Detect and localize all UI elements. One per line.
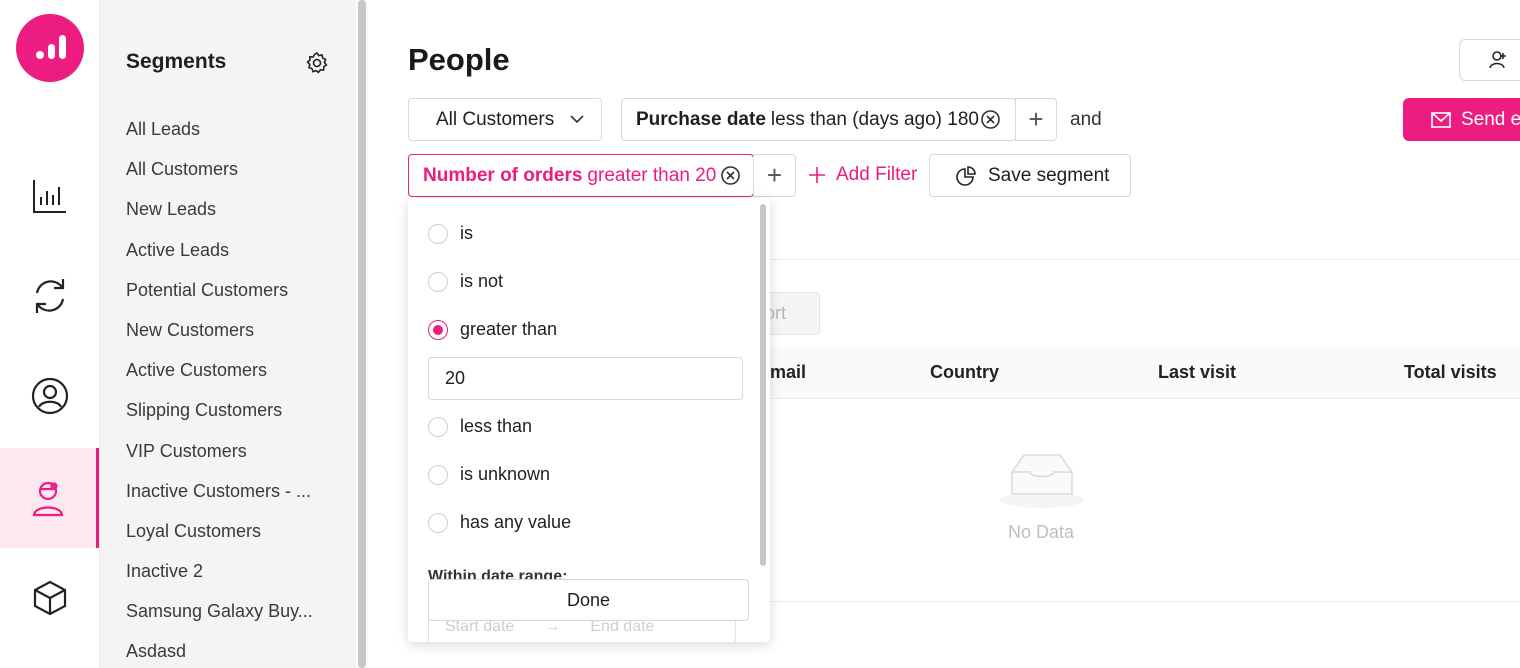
filter-field: Number of orders xyxy=(423,164,583,186)
radio-button[interactable] xyxy=(428,464,448,485)
rail-contacts[interactable] xyxy=(0,346,99,446)
and-label: and xyxy=(1070,109,1102,130)
segment-item[interactable]: Inactive Customers - ... xyxy=(126,478,313,518)
empty-state-text: No Data xyxy=(1008,522,1075,542)
condition-value-input[interactable] xyxy=(428,357,743,400)
plus-icon: + xyxy=(1028,104,1044,134)
condition-option-is-unknown[interactable]: is unknown xyxy=(428,464,550,485)
segment-item[interactable]: Slipping Customers xyxy=(126,397,313,437)
segment-item[interactable]: Samsung Galaxy Buy... xyxy=(126,598,313,638)
add-filter-label: Add Filter xyxy=(836,164,918,185)
empty-inbox-icon xyxy=(1000,454,1084,508)
segment-item[interactable]: Loyal Customers xyxy=(126,518,313,558)
people-icon xyxy=(32,481,64,517)
rail-people[interactable] xyxy=(0,448,99,548)
save-segment-button[interactable]: Save segment xyxy=(929,154,1131,197)
chevron-down-icon xyxy=(570,115,584,124)
close-circle-icon[interactable] xyxy=(980,109,1001,130)
done-button[interactable]: Done xyxy=(428,579,749,621)
option-label: is xyxy=(460,223,473,243)
option-label: less than xyxy=(460,416,533,436)
user-circle-icon xyxy=(31,377,68,415)
segment-item[interactable]: All Customers xyxy=(126,156,313,196)
filter-chip-number-of-orders[interactable]: Number of orders greater than 20 xyxy=(408,154,754,197)
segment-item[interactable]: Potential Customers xyxy=(126,277,313,317)
column-header-total-visits[interactable]: Total visits xyxy=(1404,362,1497,383)
filter-condition: greater than 20 xyxy=(587,164,717,186)
filter-condition-popover: is is not greater than less than is unkn… xyxy=(408,198,770,642)
column-header-last-visit[interactable]: Last visit xyxy=(1158,362,1236,383)
radio-button[interactable] xyxy=(428,416,448,437)
segments-title: Segments xyxy=(126,50,227,73)
divider xyxy=(770,259,1520,260)
radio-button[interactable] xyxy=(428,512,448,533)
column-header-email[interactable]: mail xyxy=(770,362,806,383)
option-label: is not xyxy=(460,271,504,291)
radio-button[interactable] xyxy=(428,223,448,244)
gear-icon[interactable] xyxy=(305,51,329,75)
option-label: greater than xyxy=(460,319,558,339)
segment-item[interactable]: New Customers xyxy=(126,317,313,357)
save-segment-label: Save segment xyxy=(988,164,1110,186)
pie-chart-icon xyxy=(956,165,976,186)
condition-option-has-any-value[interactable]: has any value xyxy=(428,512,571,533)
table-header: mail Country Last visit Total visits xyxy=(770,347,1520,399)
add-filter-button[interactable]: Add Filter xyxy=(808,164,917,186)
box-icon xyxy=(33,580,66,616)
segment-item[interactable]: Active Customers xyxy=(126,357,313,397)
condition-option-is-not[interactable]: is not xyxy=(428,271,503,292)
condition-option-less-than[interactable]: less than xyxy=(428,416,532,437)
filter-condition: less than (days ago) 180 xyxy=(770,108,979,130)
radio-button[interactable] xyxy=(428,271,448,292)
filter-chip-purchase-date[interactable]: Purchase date less than (days ago) 180 xyxy=(621,98,1016,141)
segment-item[interactable]: VIP Customers xyxy=(126,438,313,478)
column-header-country[interactable]: Country xyxy=(930,362,999,383)
user-add-icon xyxy=(1489,51,1506,69)
segment-item[interactable]: Inactive 2 xyxy=(126,558,313,598)
segments-sidebar: Segments All Leads All Customers New Lea… xyxy=(100,0,356,668)
rail-analytics[interactable] xyxy=(0,146,99,246)
close-circle-icon[interactable] xyxy=(720,165,741,186)
icon-rail xyxy=(0,0,100,668)
segments-scrollbar[interactable] xyxy=(356,0,368,668)
rail-products[interactable] xyxy=(0,548,99,648)
condition-option-greater-than[interactable]: greater than xyxy=(428,319,557,340)
app-logo[interactable] xyxy=(16,14,84,82)
mail-icon xyxy=(1431,111,1451,128)
filter-field: Purchase date xyxy=(636,108,766,130)
sync-icon xyxy=(35,279,64,313)
divider xyxy=(770,601,1520,602)
radio-button-checked[interactable] xyxy=(428,319,448,340)
send-email-button[interactable]: Send e xyxy=(1403,98,1520,141)
segment-item[interactable]: Active Leads xyxy=(126,237,313,277)
option-label: has any value xyxy=(460,512,572,532)
analytics-icon xyxy=(32,180,66,213)
plus-icon xyxy=(809,167,825,183)
rail-sync[interactable] xyxy=(0,246,99,346)
segment-list: All Leads All Customers New Leads Active… xyxy=(126,116,313,668)
segment-item[interactable]: New Leads xyxy=(126,196,313,236)
page-title: People xyxy=(408,42,510,77)
segment-item[interactable]: Asdasd xyxy=(126,638,313,668)
send-email-label: Send e xyxy=(1461,108,1520,130)
segment-item[interactable]: All Leads xyxy=(126,116,313,156)
add-person-button[interactable]: A xyxy=(1459,39,1520,81)
add-and-filter-button[interactable]: + xyxy=(1015,98,1057,141)
add-and-filter-button[interactable]: + xyxy=(753,154,796,197)
plus-icon: + xyxy=(766,160,783,190)
segment-dropdown-value: All Customers xyxy=(436,108,555,130)
popover-scrollbar[interactable] xyxy=(760,204,766,566)
condition-option-is[interactable]: is xyxy=(428,223,473,244)
segment-dropdown[interactable]: All Customers xyxy=(408,98,602,141)
scrollbar-thumb[interactable] xyxy=(358,0,366,668)
option-label: is unknown xyxy=(460,464,551,484)
logo-bars-icon xyxy=(36,35,66,59)
